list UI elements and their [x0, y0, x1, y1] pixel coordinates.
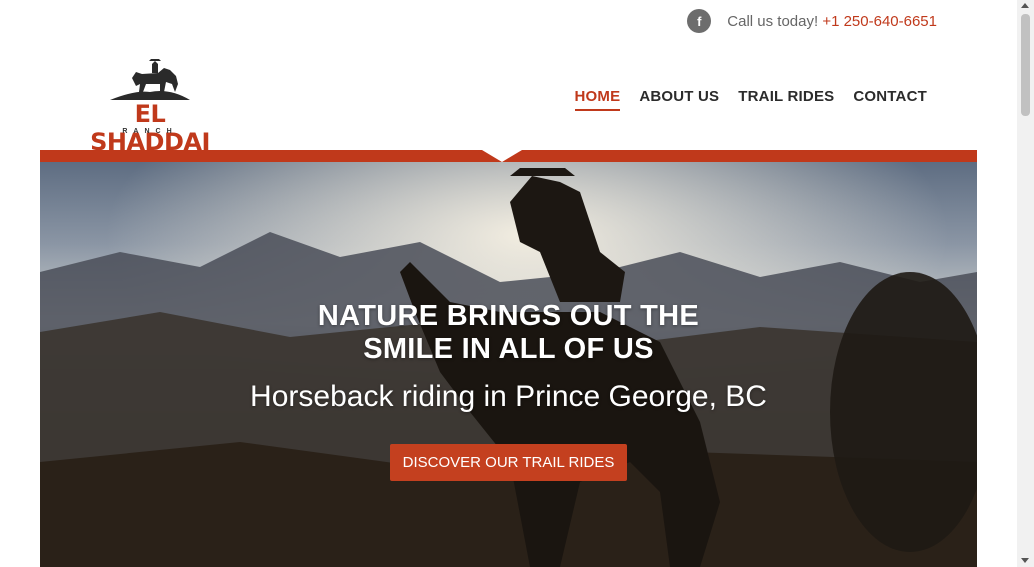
hero-headline-line1: NATURE BRINGS OUT THE [317, 300, 700, 332]
horse-rider-logo-icon [110, 59, 190, 100]
scroll-up-arrow-icon[interactable] [1021, 3, 1029, 8]
phone-link[interactable]: +1 250-640-6651 [822, 13, 937, 30]
main-nav: HOME ABOUT US TRAIL RIDES CONTACT [574, 88, 927, 111]
hero-headline: NATURE BRINGS OUT THE SMILE IN ALL OF US [40, 300, 977, 366]
hero-headline-line2: SMILE IN ALL OF US [363, 333, 654, 365]
top-contact-bar: f Call us today! +1 250-640-6651 [687, 9, 937, 33]
discover-trail-rides-button[interactable]: DISCOVER OUR TRAIL RIDES [389, 444, 628, 481]
call-us-label: Call us today! [727, 12, 823, 30]
call-us-text: Call us today! +1 250-640-6651 [727, 13, 937, 30]
nav-contact[interactable]: CONTACT [853, 88, 927, 111]
scroll-down-arrow-icon[interactable] [1021, 558, 1029, 563]
nav-home[interactable]: HOME [574, 88, 621, 111]
accent-bar-notch [482, 150, 522, 162]
hero-text-block: NATURE BRINGS OUT THE SMILE IN ALL OF US… [40, 300, 977, 481]
hero-subheadline: Horseback riding in Prince George, BC [250, 380, 767, 413]
nav-trail-rides[interactable]: TRAIL RIDES [738, 88, 834, 111]
logo-subtitle: RANCH [122, 128, 178, 135]
page-scrollbar[interactable] [1017, 0, 1034, 567]
scrollbar-thumb[interactable] [1021, 14, 1030, 116]
site-logo[interactable]: EL SHADDAI RANCH [80, 56, 220, 156]
hero-banner: NATURE BRINGS OUT THE SMILE IN ALL OF US… [40, 162, 977, 567]
facebook-icon[interactable]: f [687, 9, 712, 33]
nav-about-us[interactable]: ABOUT US [639, 88, 719, 111]
